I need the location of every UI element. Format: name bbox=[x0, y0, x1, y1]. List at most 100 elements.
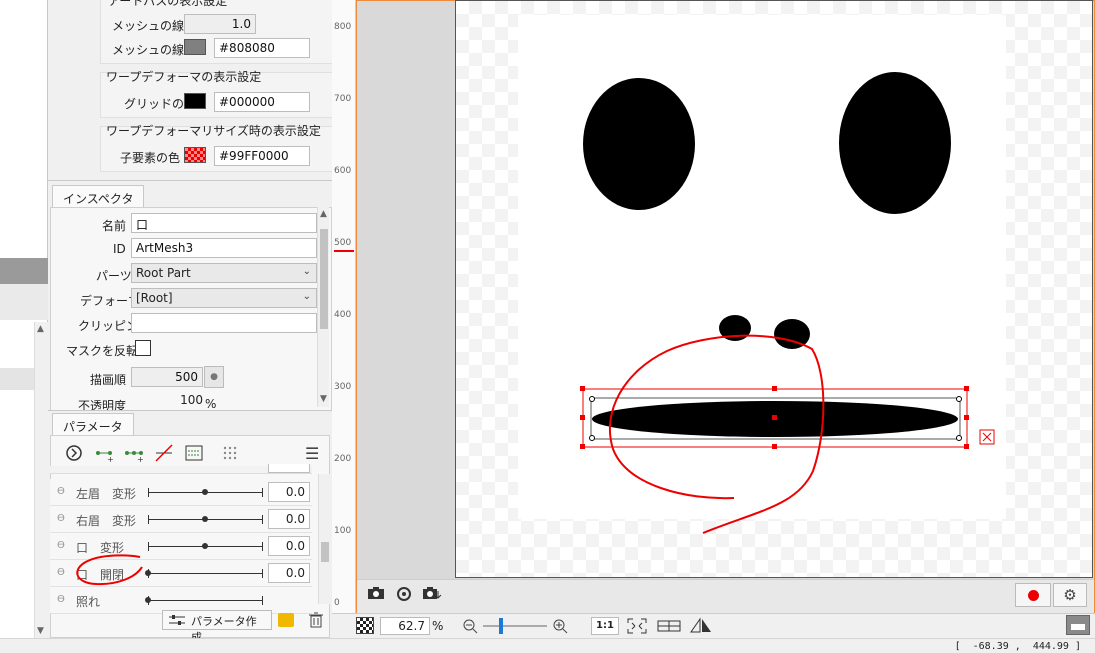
deformer-select[interactable]: [Root] ⌄ bbox=[131, 288, 317, 308]
name-field[interactable]: 口 bbox=[131, 213, 317, 233]
mesh-line-color-field[interactable]: #808080 bbox=[214, 38, 310, 58]
parameter-scrollbar[interactable] bbox=[318, 474, 330, 604]
parameter-row[interactable]: Ө 左眉 変形 0.0 bbox=[50, 479, 312, 506]
scroll-down-icon[interactable]: ▼ bbox=[320, 394, 327, 404]
display-settings-panel: アートパスの表示設定 メッシュの線幅 1.0 メッシュの線色 #808080 ワ… bbox=[48, 0, 378, 180]
parameter-row[interactable]: Ө 右眉 変形 0.0 bbox=[50, 506, 312, 533]
artpath-settings-title: アートパスの表示設定 bbox=[108, 0, 228, 8]
app-status-bar: [ -68.39 , 444.99 ] bbox=[0, 638, 1095, 653]
flip-icon[interactable] bbox=[688, 617, 714, 635]
parameter-value[interactable]: 0.0 bbox=[268, 563, 310, 583]
svg-text:+: + bbox=[107, 455, 114, 464]
right-eye[interactable] bbox=[839, 72, 951, 214]
dot-grid-icon[interactable] bbox=[218, 441, 240, 463]
parameter-value[interactable]: 0.0 bbox=[268, 536, 310, 556]
parameter-create-icon bbox=[168, 613, 186, 630]
left-eye[interactable] bbox=[583, 78, 695, 210]
record-icon bbox=[1028, 590, 1039, 601]
warp-resize-settings-title: ワープデフォーマリサイズ時の表示設定 bbox=[106, 124, 321, 138]
parameter-view-icon[interactable] bbox=[182, 441, 204, 463]
invert-mask-label: マスクを反転 bbox=[66, 344, 139, 358]
slider-max-tick bbox=[262, 488, 263, 497]
parameter-value[interactable]: 0.0 bbox=[268, 482, 310, 502]
zoom-input[interactable]: 62.7 bbox=[380, 617, 430, 635]
pin-icon[interactable]: Ө bbox=[57, 594, 65, 605]
pin-icon[interactable]: Ө bbox=[57, 567, 65, 578]
grid-icon[interactable] bbox=[656, 617, 682, 635]
parameter-value[interactable]: 0.0 bbox=[268, 509, 310, 529]
gear-icon[interactable]: ⚙ bbox=[1053, 583, 1087, 607]
draw-order-button[interactable]: ● bbox=[204, 366, 224, 388]
camera-down-icon[interactable] bbox=[421, 585, 443, 605]
parts-select-value: Root Part bbox=[136, 266, 191, 280]
camera-refresh-icon[interactable] bbox=[393, 585, 415, 605]
close-icon[interactable] bbox=[979, 429, 995, 445]
create-parameter-button[interactable]: パラメータ作成 bbox=[162, 610, 272, 644]
ruler-tick-label: 800 bbox=[334, 22, 352, 32]
background-toggle-icon[interactable] bbox=[356, 617, 374, 634]
clipping-field[interactable] bbox=[131, 313, 317, 333]
slider-knob[interactable] bbox=[202, 489, 208, 495]
camera-icon[interactable] bbox=[365, 585, 387, 605]
draw-order-field[interactable]: 500 bbox=[131, 367, 203, 387]
trash-icon[interactable] bbox=[307, 611, 325, 629]
invert-mask-checkbox[interactable] bbox=[135, 340, 151, 356]
slider-knob[interactable] bbox=[202, 516, 208, 522]
pin-icon[interactable]: Ө bbox=[57, 486, 65, 497]
tab-parameters[interactable]: パラメータ bbox=[52, 413, 134, 435]
parts-select[interactable]: Root Part ⌄ bbox=[131, 263, 317, 283]
ruler-tick-label: 0 bbox=[334, 598, 340, 608]
child-color-swatch[interactable] bbox=[184, 147, 206, 163]
inspector-scrollbar[interactable]: ▲ ▼ bbox=[317, 207, 329, 407]
slider-min-tick bbox=[148, 488, 149, 497]
menu-icon[interactable]: ☰ bbox=[305, 444, 319, 463]
grid-color-field[interactable]: #000000 bbox=[214, 92, 310, 112]
zoom-slider[interactable] bbox=[483, 618, 547, 634]
record-button[interactable] bbox=[1015, 583, 1051, 607]
add-three-keys-icon[interactable]: + bbox=[122, 441, 144, 464]
annotation-circle bbox=[76, 554, 143, 586]
one-to-one-button[interactable]: 1:1 bbox=[591, 617, 619, 635]
slider-knob[interactable] bbox=[145, 597, 151, 603]
parts-label: パーツ bbox=[96, 269, 132, 283]
parameter-name: 右眉 変形 bbox=[76, 514, 137, 528]
parameter-slider[interactable] bbox=[148, 573, 262, 574]
canvas-view[interactable]: ⚙ bbox=[356, 0, 1095, 613]
mesh-line-width-field[interactable]: 1.0 bbox=[184, 14, 256, 34]
slider-knob[interactable] bbox=[202, 543, 208, 549]
child-color-label: 子要素の色 bbox=[120, 151, 181, 165]
fit-icon[interactable] bbox=[625, 617, 649, 635]
parameter-slider[interactable] bbox=[148, 600, 262, 601]
play-icon[interactable] bbox=[62, 441, 84, 463]
add-key-icon[interactable]: + bbox=[92, 441, 114, 464]
left-panel-selected-row[interactable] bbox=[0, 368, 34, 390]
inspector-scroll-thumb[interactable] bbox=[320, 229, 328, 329]
opacity-value[interactable]: 100 bbox=[131, 393, 203, 409]
slider-min-tick bbox=[148, 542, 149, 551]
ruler-tick-label: 300 bbox=[334, 382, 352, 392]
left-panel-header bbox=[0, 258, 48, 284]
id-field[interactable]: ArtMesh3 bbox=[131, 238, 317, 258]
left-panel-scrollbar[interactable]: ▲ ▼ bbox=[34, 322, 48, 638]
scroll-up-icon[interactable]: ▲ bbox=[320, 209, 327, 219]
parameter-scroll-thumb[interactable] bbox=[321, 542, 329, 562]
panel-layout-icon[interactable] bbox=[1066, 615, 1090, 635]
pin-icon[interactable]: Ө bbox=[57, 513, 65, 524]
zoom-in-icon[interactable] bbox=[552, 618, 568, 634]
grid-color-swatch[interactable] bbox=[184, 93, 206, 109]
cursor-coordinates: [ -68.39 , 444.99 ] bbox=[954, 641, 1081, 652]
partial-value-field[interactable] bbox=[268, 464, 310, 473]
mesh-line-color-swatch[interactable] bbox=[184, 39, 206, 55]
tab-inspector[interactable]: インスペクタ bbox=[52, 185, 145, 207]
parameter-name: 左眉 変形 bbox=[76, 487, 137, 501]
zoom-slider-thumb[interactable] bbox=[499, 618, 503, 634]
zoom-out-icon[interactable] bbox=[462, 618, 478, 634]
opacity-unit: % bbox=[205, 397, 217, 411]
delete-key-icon[interactable] bbox=[152, 441, 174, 463]
ruler-tick-label: 700 bbox=[334, 94, 352, 104]
pin-icon[interactable]: Ө bbox=[57, 540, 65, 551]
chevron-down-icon: ⌄ bbox=[302, 291, 311, 302]
folder-icon[interactable] bbox=[278, 613, 294, 627]
child-color-field[interactable]: #99FF0000 bbox=[214, 146, 310, 166]
warp-settings-title: ワープデフォーマの表示設定 bbox=[106, 70, 262, 84]
